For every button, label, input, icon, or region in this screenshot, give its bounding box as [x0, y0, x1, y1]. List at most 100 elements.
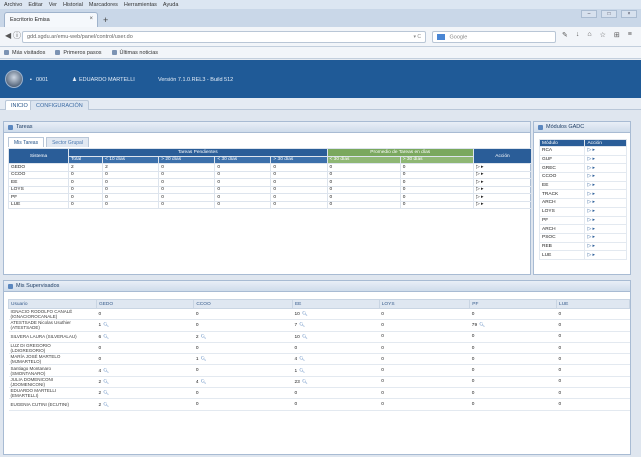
tab-sector-grupal[interactable]: Sector Grupal — [46, 137, 89, 147]
window-close-icon[interactable]: × — [621, 10, 637, 18]
home-icon[interactable]: ⌂ — [587, 31, 591, 39]
action-icon[interactable]: ▷ ▸ — [584, 198, 627, 208]
new-tab-button[interactable]: + — [103, 16, 108, 25]
action-icon[interactable]: ▷ ▸ — [473, 193, 532, 202]
action-icon[interactable]: ▷ ▸ — [584, 206, 627, 217]
menu-item-archivo[interactable]: Archivo — [4, 2, 22, 8]
cell-total: 0 — [67, 193, 104, 202]
tareas-subtabs: Mis Tareas Sector Grupal — [8, 137, 89, 147]
action-icon[interactable]: ▷ ▸ — [473, 163, 532, 172]
action-icon[interactable]: ▷ ▸ — [473, 170, 532, 179]
bookmark-mas-visitados[interactable]: Más visitados — [4, 50, 45, 56]
magnifier-icon[interactable]: 🔍︎ — [200, 356, 206, 361]
magnifier-icon[interactable]: 🔍︎ — [200, 334, 206, 339]
cell-count: 0 — [96, 353, 194, 366]
count-value: 10 — [294, 312, 300, 318]
action-icon[interactable]: ▷ ▸ — [584, 180, 627, 191]
col-ee[interactable]: EE — [291, 299, 380, 309]
magnifier-icon[interactable]: 🔍︎ — [103, 368, 109, 373]
action-icon[interactable]: ▷ ▸ — [584, 215, 627, 226]
table-row: ARCH ▷ ▸ — [538, 224, 627, 234]
action-icon[interactable]: ▷ ▸ — [584, 241, 627, 252]
magnifier-icon[interactable]: 🔍︎ — [302, 311, 308, 316]
bookmark-label: Primeros pasos — [63, 49, 102, 56]
table-row: JULIA DOMENICONI (JDOMENICONI) 2 🔍︎ 4 🔍︎ 23 🔍︎ 0… — [8, 376, 630, 389]
tab-configuracion[interactable]: CONFIGURACIÓN — [30, 100, 89, 110]
bookmark-star-icon[interactable]: ☆ — [600, 31, 606, 39]
magnifier-icon[interactable]: 🔍︎ — [299, 356, 305, 361]
menu-item-ver[interactable]: Ver — [49, 2, 57, 8]
col-promedio: Promedio de Tareas en días — [326, 148, 475, 157]
magnifier-icon[interactable]: 🔍︎ — [103, 334, 109, 339]
magnifier-icon[interactable]: 🔍︎ — [302, 379, 308, 384]
toggle-icon[interactable] — [8, 124, 13, 130]
action-icon[interactable]: ▷ ▸ — [584, 172, 627, 182]
magnifier-icon[interactable]: 🔍︎ — [299, 322, 305, 327]
user-name[interactable]: EDUARDO MARTELLI — [79, 77, 135, 83]
back-icon[interactable]: ◀ — [5, 32, 11, 40]
menu-item-marcadores[interactable]: Marcadores — [89, 2, 118, 8]
col-gedo[interactable]: GEDO — [95, 299, 195, 309]
col-lue[interactable]: LUE — [556, 299, 630, 309]
download-icon[interactable]: ↓ — [576, 31, 580, 39]
col-c1[interactable]: < 10 días — [102, 155, 160, 164]
count-value: 0 — [558, 322, 562, 328]
share-icon[interactable]: ⊞ — [614, 31, 620, 39]
bookmark-icon — [4, 49, 9, 55]
count-value: 0 — [98, 356, 102, 362]
tab-mis-tareas[interactable]: Mis Tareas — [8, 137, 45, 147]
col-pf[interactable]: PF — [469, 299, 558, 309]
minimize-icon[interactable]: – — [581, 10, 597, 18]
col-c2[interactable]: > 20 días — [158, 155, 216, 164]
action-icon[interactable]: ▷ ▸ — [584, 154, 627, 165]
magnifier-icon[interactable]: 🔍︎ — [103, 322, 109, 327]
pen-icon[interactable]: ✎ — [562, 31, 568, 39]
action-icon[interactable]: ▷ ▸ — [584, 146, 627, 156]
browser-tab[interactable]: Escritorio Emisa × — [4, 12, 98, 27]
bookmark-ultimas-noticias[interactable]: Últimas noticias — [111, 50, 158, 56]
col-p1[interactable]: < 30 días — [326, 155, 401, 164]
menu-item-historial[interactable]: Historial — [63, 2, 83, 8]
col-loys[interactable]: LOYS — [378, 299, 471, 309]
magnifier-icon[interactable]: 🔍︎ — [479, 322, 485, 327]
menu-icon[interactable]: ≡ — [628, 31, 632, 39]
action-icon[interactable]: ▷ ▸ — [473, 200, 532, 209]
menu-item-herramientas[interactable]: Herramientas — [124, 2, 157, 8]
action-icon[interactable]: ▷ ▸ — [584, 189, 627, 200]
cell-modulo: REB — [538, 241, 586, 252]
col-c4[interactable]: > 30 días — [270, 155, 328, 164]
action-icon[interactable]: ▷ ▸ — [584, 163, 627, 174]
menu-item-editar[interactable]: Editar — [28, 2, 42, 8]
toggle-icon[interactable] — [8, 283, 13, 289]
col-c3[interactable]: < 30 días — [214, 155, 272, 164]
reload-icon[interactable]: ▾ C — [413, 34, 421, 40]
close-icon[interactable]: × — [89, 16, 93, 22]
action-icon[interactable]: ▷ ▸ — [584, 232, 627, 243]
cell-count: 0 — [379, 319, 470, 332]
action-icon[interactable]: ▷ ▸ — [473, 178, 532, 187]
menu-item-ayuda[interactable]: Ayuda — [163, 2, 179, 8]
cell-count: 0 — [379, 342, 470, 355]
magnifier-icon[interactable]: 🔍︎ — [299, 368, 305, 373]
maximize-icon[interactable]: □ — [601, 10, 617, 18]
toggle-icon[interactable] — [538, 124, 543, 130]
magnifier-icon[interactable]: 🔍︎ — [200, 379, 206, 384]
search-input[interactable]: Google — [432, 31, 556, 43]
col-total[interactable]: Total — [67, 155, 104, 164]
url-bar[interactable]: gdd.sgdu.ar/emu-web/panel/control/user.d… — [22, 31, 426, 43]
magnifier-icon[interactable]: 🔍︎ — [103, 379, 109, 384]
cell-count: 2 🔍︎ — [193, 331, 293, 343]
col-usuario[interactable]: Usuario — [8, 299, 97, 309]
action-icon[interactable]: ▷ ▸ — [584, 250, 627, 260]
action-icon[interactable]: ▷ ▸ — [584, 224, 627, 234]
cell-count: 0 — [379, 364, 470, 377]
action-icon[interactable]: ▷ ▸ — [473, 185, 532, 194]
magnifier-icon[interactable]: 🔍︎ — [103, 402, 109, 407]
col-ccoo[interactable]: CCOO — [193, 299, 293, 309]
count-value: 1 — [294, 368, 298, 374]
col-p2[interactable]: > 30 días — [399, 155, 475, 164]
magnifier-icon[interactable]: 🔍︎ — [302, 334, 308, 339]
magnifier-icon[interactable]: 🔍︎ — [103, 390, 109, 395]
bookmark-primeros-pasos[interactable]: Primeros pasos — [55, 49, 102, 56]
cell-modulo: PF — [538, 215, 586, 226]
